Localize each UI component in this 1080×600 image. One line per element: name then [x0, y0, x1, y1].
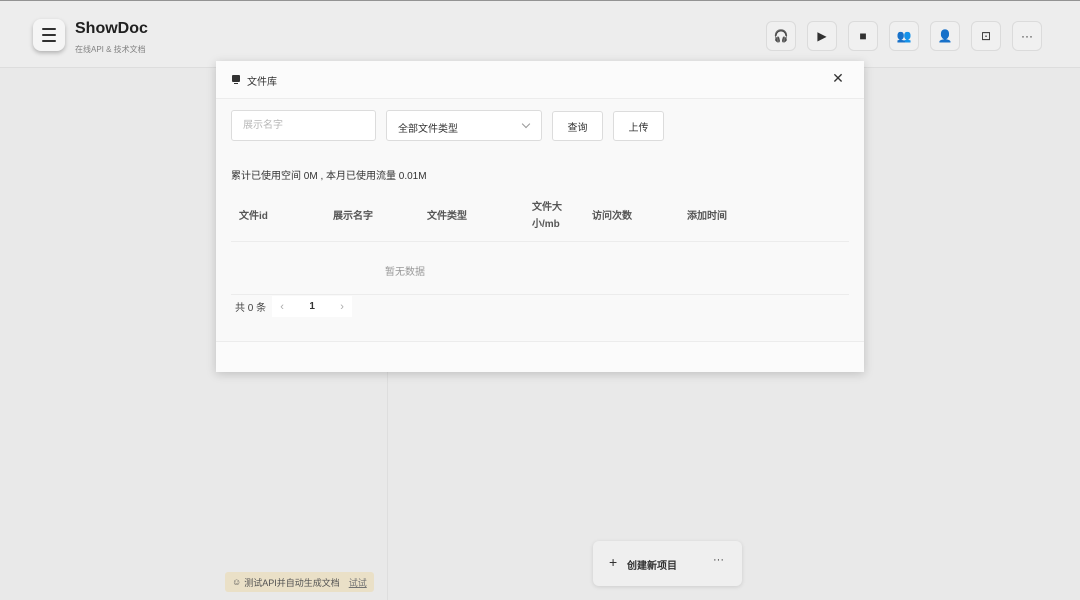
- dialog-header: 文件库 ✕: [216, 61, 864, 99]
- file-table: 文件id 展示名字 文件类型 文件大小/mb 访问次数 添加时间 暂无数据: [231, 195, 849, 295]
- chevron-down-icon: [521, 119, 531, 129]
- column-header-file-size: 文件大小/mb: [532, 202, 562, 230]
- pagination-total: 共 0 条: [235, 303, 267, 314]
- display-name-input[interactable]: [231, 110, 376, 141]
- column-header-display-name: 展示名字: [333, 211, 373, 222]
- pagination: 共 0 条 ‹ 1 ›: [235, 296, 353, 317]
- next-page-icon[interactable]: ›: [332, 296, 353, 317]
- table-header: 文件id 展示名字 文件类型 文件大小/mb 访问次数 添加时间: [231, 195, 849, 242]
- file-type-selected: 全部文件类型: [398, 124, 458, 135]
- empty-state-text: 暂无数据: [385, 267, 425, 278]
- prev-page-icon[interactable]: ‹: [272, 296, 293, 317]
- close-icon[interactable]: ✕: [830, 70, 846, 86]
- file-type-select[interactable]: 全部文件类型: [386, 110, 542, 141]
- dialog-title: 文件库: [247, 77, 277, 88]
- monitor-icon: [232, 75, 240, 84]
- table-body: 暂无数据: [231, 242, 849, 295]
- page-number-current[interactable]: 1: [292, 296, 333, 317]
- dialog-footer: [216, 341, 864, 372]
- column-header-visit-count: 访问次数: [592, 211, 632, 222]
- column-header-file-id: 文件id: [239, 211, 268, 222]
- column-header-file-type: 文件类型: [427, 211, 467, 222]
- upload-button[interactable]: 上传: [613, 111, 664, 141]
- usage-summary: 累计已使用空间 0M , 本月已使用流量 0.01M: [231, 171, 427, 182]
- query-button[interactable]: 查询: [552, 111, 603, 141]
- file-library-dialog: 文件库 ✕ 全部文件类型 查询 上传 累计已使用空间 0M , 本月已使用流量 …: [216, 61, 864, 372]
- column-header-added-time: 添加时间: [687, 211, 727, 222]
